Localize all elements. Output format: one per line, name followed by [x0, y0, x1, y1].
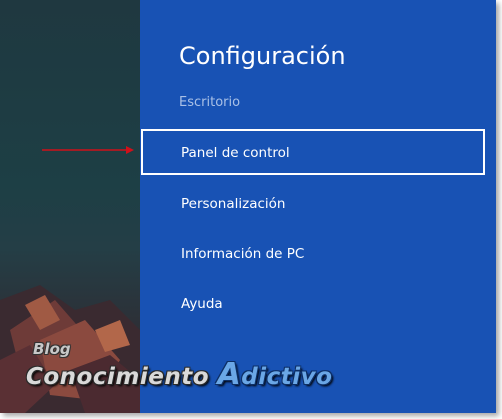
panel-title: Configuración: [179, 42, 346, 70]
menu-item-label: Personalización: [181, 196, 286, 212]
menu-item-label: Ayuda: [181, 296, 223, 312]
watermark-title: Conocimiento Adictivo: [26, 357, 332, 392]
menu-item-label: Panel de control: [181, 145, 290, 161]
red-arrow-icon: [42, 146, 134, 154]
screenshot-frame: Configuración Escritorio Panel de contro…: [0, 0, 496, 413]
menu-item-help[interactable]: Ayuda: [141, 280, 485, 326]
menu-item-pc-info[interactable]: Información de PC: [141, 230, 485, 276]
watermark-blog: Blog: [33, 340, 71, 358]
watermark-logo: Blog Conocimiento Adictivo: [26, 340, 386, 400]
watermark-part2: Adictivo: [218, 357, 333, 392]
panel-context-label: Escritorio: [179, 95, 241, 110]
watermark-part1: Conocimiento: [26, 364, 209, 390]
menu-item-personalization[interactable]: Personalización: [141, 180, 485, 226]
watermark-initial: A: [217, 357, 242, 392]
menu-item-control-panel[interactable]: Panel de control: [141, 129, 485, 175]
watermark-rest: dictivo: [241, 364, 333, 390]
menu-item-label: Información de PC: [181, 246, 305, 262]
